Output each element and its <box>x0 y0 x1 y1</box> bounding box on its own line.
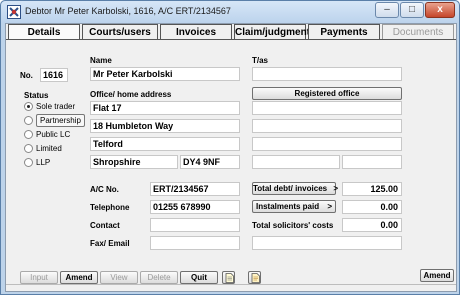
tas-field[interactable] <box>252 67 402 81</box>
radio-sole-trader[interactable] <box>24 102 33 111</box>
view-button[interactable]: View <box>100 271 138 284</box>
ac-number-field[interactable]: ERT/2134567 <box>150 182 240 196</box>
instalments-paid-button[interactable]: Instalments paid > <box>252 200 336 213</box>
address-line-1[interactable]: Flat 17 <box>90 101 240 115</box>
number-field[interactable]: 1616 <box>40 68 68 82</box>
status-sole-trader[interactable]: Sole trader <box>24 101 82 113</box>
tab-details[interactable]: Details <box>8 24 80 40</box>
status-label: Status <box>24 91 49 100</box>
input-button[interactable]: Input <box>20 271 58 284</box>
status-option-label: LLP <box>36 158 51 167</box>
telephone-label: Telephone <box>90 203 130 212</box>
total-debt-button-label: Total debt/ invoices <box>253 184 328 193</box>
tab-underline <box>6 39 456 40</box>
status-option-label: Public LC <box>36 130 71 139</box>
app-icon <box>7 5 21 19</box>
status-llp[interactable]: LLP <box>24 157 82 169</box>
details-panel: No. 1616 Status Sole trader Partnership … <box>6 41 456 285</box>
status-option-label: Partnership <box>36 114 85 127</box>
reg-address-line-2[interactable] <box>252 119 402 133</box>
number-label: No. <box>20 71 33 80</box>
window-title: Debtor Mr Peter Karbolski, 1616, A/C ERT… <box>25 6 231 16</box>
title-bar[interactable]: Debtor Mr Peter Karbolski, 1616, A/C ERT… <box>1 1 459 23</box>
amend-status-button[interactable]: Amend <box>420 269 454 282</box>
office-address-label: Office/ home address <box>90 90 172 99</box>
client-area: Details Courts/users Invoices Claim/judg… <box>5 23 457 292</box>
document-icon <box>225 273 234 283</box>
radio-llp[interactable] <box>24 158 33 167</box>
ac-number-label: A/C No. <box>90 185 119 194</box>
arrow-right-icon: > <box>327 202 333 211</box>
quit-button[interactable]: Quit <box>180 271 218 284</box>
solicitors-costs-value: 0.00 <box>342 218 402 232</box>
radio-partnership[interactable] <box>24 116 33 125</box>
notes-document-button[interactable] <box>248 271 261 284</box>
fax-email-label: Fax/ Email <box>90 239 130 248</box>
name-field[interactable]: Mr Peter Karbolski <box>90 67 240 81</box>
tas-label: T/as <box>252 56 269 65</box>
fax-email-field[interactable] <box>150 236 240 250</box>
reg-address-line-1[interactable] <box>252 101 402 115</box>
reg-address-line-4[interactable] <box>252 155 340 169</box>
close-button[interactable]: x <box>425 2 455 18</box>
status-public-lc[interactable]: Public LC <box>24 129 82 141</box>
tab-payments[interactable]: Payments <box>308 24 380 40</box>
notes-field[interactable] <box>252 236 402 250</box>
address-line-2[interactable]: 18 Humbleton Way <box>90 119 240 133</box>
instalments-paid-value: 0.00 <box>342 200 402 214</box>
tab-invoices[interactable]: Invoices <box>160 24 232 40</box>
minimize-button[interactable]: – <box>375 2 399 18</box>
status-limited[interactable]: Limited <box>24 143 82 155</box>
document-button[interactable] <box>222 271 235 284</box>
debtor-window: Debtor Mr Peter Karbolski, 1616, A/C ERT… <box>0 0 460 295</box>
status-option-label: Limited <box>36 144 62 153</box>
status-option-label: Sole trader <box>36 102 76 111</box>
total-debt-value: 125.00 <box>342 182 402 196</box>
contact-label: Contact <box>90 221 120 230</box>
radio-limited[interactable] <box>24 144 33 153</box>
instalments-paid-button-label: Instalments paid <box>255 202 320 211</box>
amend-button[interactable]: Amend <box>60 271 98 284</box>
telephone-field[interactable]: 01255 678990 <box>150 200 240 214</box>
address-line-3[interactable]: Telford <box>90 137 240 151</box>
status-partnership[interactable]: Partnership <box>24 114 86 127</box>
tab-documents[interactable]: Documents <box>382 24 454 40</box>
postcode-field[interactable]: DY4 9NF <box>180 155 240 169</box>
radio-public-lc[interactable] <box>24 130 33 139</box>
reg-address-line-3[interactable] <box>252 137 402 151</box>
maximize-button[interactable]: □ <box>400 2 424 18</box>
solicitors-costs-label: Total solicitors' costs <box>252 221 334 230</box>
delete-button[interactable]: Delete <box>140 271 178 284</box>
address-line-4[interactable]: Shropshire <box>90 155 178 169</box>
reg-postcode-field[interactable] <box>342 155 402 169</box>
contact-field[interactable] <box>150 218 240 232</box>
registered-office-button[interactable]: Registered office <box>252 87 402 100</box>
tab-courts-users[interactable]: Courts/users <box>82 24 158 40</box>
tab-claim-judgment[interactable]: Claim/judgment <box>234 24 310 40</box>
notes-icon <box>251 273 260 283</box>
name-label: Name <box>90 56 112 65</box>
arrow-right-icon: > <box>333 184 338 193</box>
total-debt-button[interactable]: Total debt/ invoices > <box>252 182 338 195</box>
